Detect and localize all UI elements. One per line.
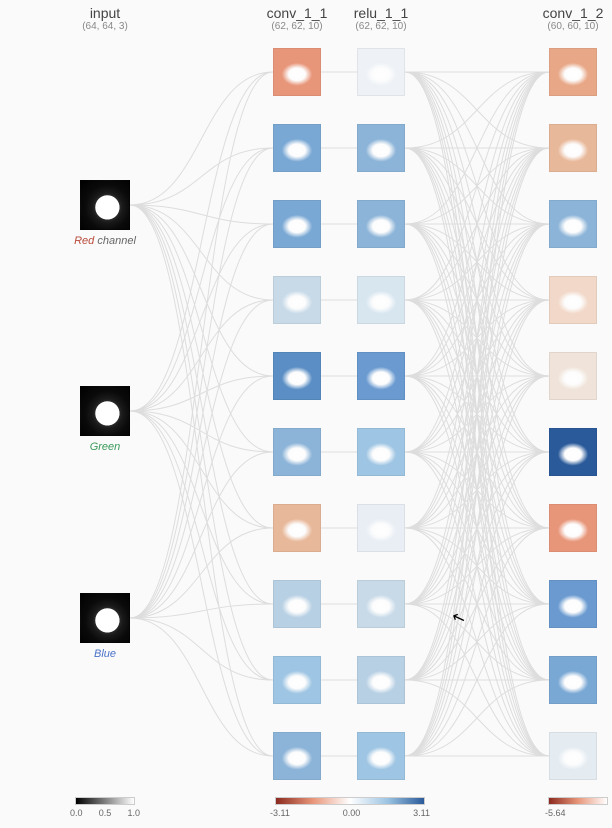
column-header-input: input(64, 64, 3) [60,5,150,32]
relu_1_1-tile-9[interactable] [357,732,405,780]
relu_1_1-tile-3[interactable] [357,276,405,324]
conv_1_2-tile-8[interactable] [549,656,597,704]
conv_1_2-tile-6[interactable] [549,504,597,552]
conv_1_1-tile-6[interactable] [273,504,321,552]
conv_1_1-tile-1[interactable] [273,124,321,172]
conv_1_1-tile-2[interactable] [273,200,321,248]
relu_1_1-tile-0[interactable] [357,48,405,96]
column-header-conv_1_2: conv_1_2(60, 60, 10) [528,5,612,32]
conv_1_1-tile-7[interactable] [273,580,321,628]
conv_1_2-tile-4[interactable] [549,352,597,400]
column-header-relu_1_1: relu_1_1(62, 62, 10) [336,5,426,32]
relu_1_1-tile-2[interactable] [357,200,405,248]
relu_1_1-tile-8[interactable] [357,656,405,704]
conv_1_1-tile-0[interactable] [273,48,321,96]
layer-name: relu_1_1 [336,5,426,21]
conv_1_1-tile-8[interactable] [273,656,321,704]
legend-grayscale: 0.00.51.0 [70,797,140,818]
legend-red-bar [548,797,608,805]
relu_1_1-tile-7[interactable] [357,580,405,628]
column-header-conv_1_1: conv_1_1(62, 62, 10) [252,5,342,32]
conv_1_2-tile-7[interactable] [549,580,597,628]
layer-shape: (62, 62, 10) [252,21,342,32]
legend-gray-bar [75,797,135,805]
conv_1_2-tile-0[interactable] [549,48,597,96]
input-channel-label-blue: Blue [65,648,145,660]
relu_1_1-tile-6[interactable] [357,504,405,552]
conv_1_1-tile-4[interactable] [273,352,321,400]
layer-shape: (62, 62, 10) [336,21,426,32]
input-tile-0[interactable] [80,180,130,230]
conv_1_2-tile-3[interactable] [549,276,597,324]
conv_1_1-tile-5[interactable] [273,428,321,476]
input-tile-2[interactable] [80,593,130,643]
relu_1_1-tile-5[interactable] [357,428,405,476]
layer-shape: (64, 64, 3) [60,21,150,32]
input-channel-label-red: Red channel [65,235,145,247]
conv_1_2-tile-5[interactable] [549,428,597,476]
legend-red: -5.64 [545,797,610,818]
layer-shape: (60, 60, 10) [528,21,612,32]
legend-diverge-bar [275,797,425,805]
relu_1_1-tile-1[interactable] [357,124,405,172]
conv_1_2-tile-9[interactable] [549,732,597,780]
input-tile-1[interactable] [80,386,130,436]
conv_1_1-tile-9[interactable] [273,732,321,780]
layer-name: conv_1_2 [528,5,612,21]
relu_1_1-tile-4[interactable] [357,352,405,400]
conv_1_2-tile-2[interactable] [549,200,597,248]
legend-diverging: -3.110.003.11 [270,797,430,818]
input-channel-label-green: Green [65,441,145,453]
layer-name: input [60,5,150,21]
conv_1_2-tile-1[interactable] [549,124,597,172]
conv_1_1-tile-3[interactable] [273,276,321,324]
layer-name: conv_1_1 [252,5,342,21]
